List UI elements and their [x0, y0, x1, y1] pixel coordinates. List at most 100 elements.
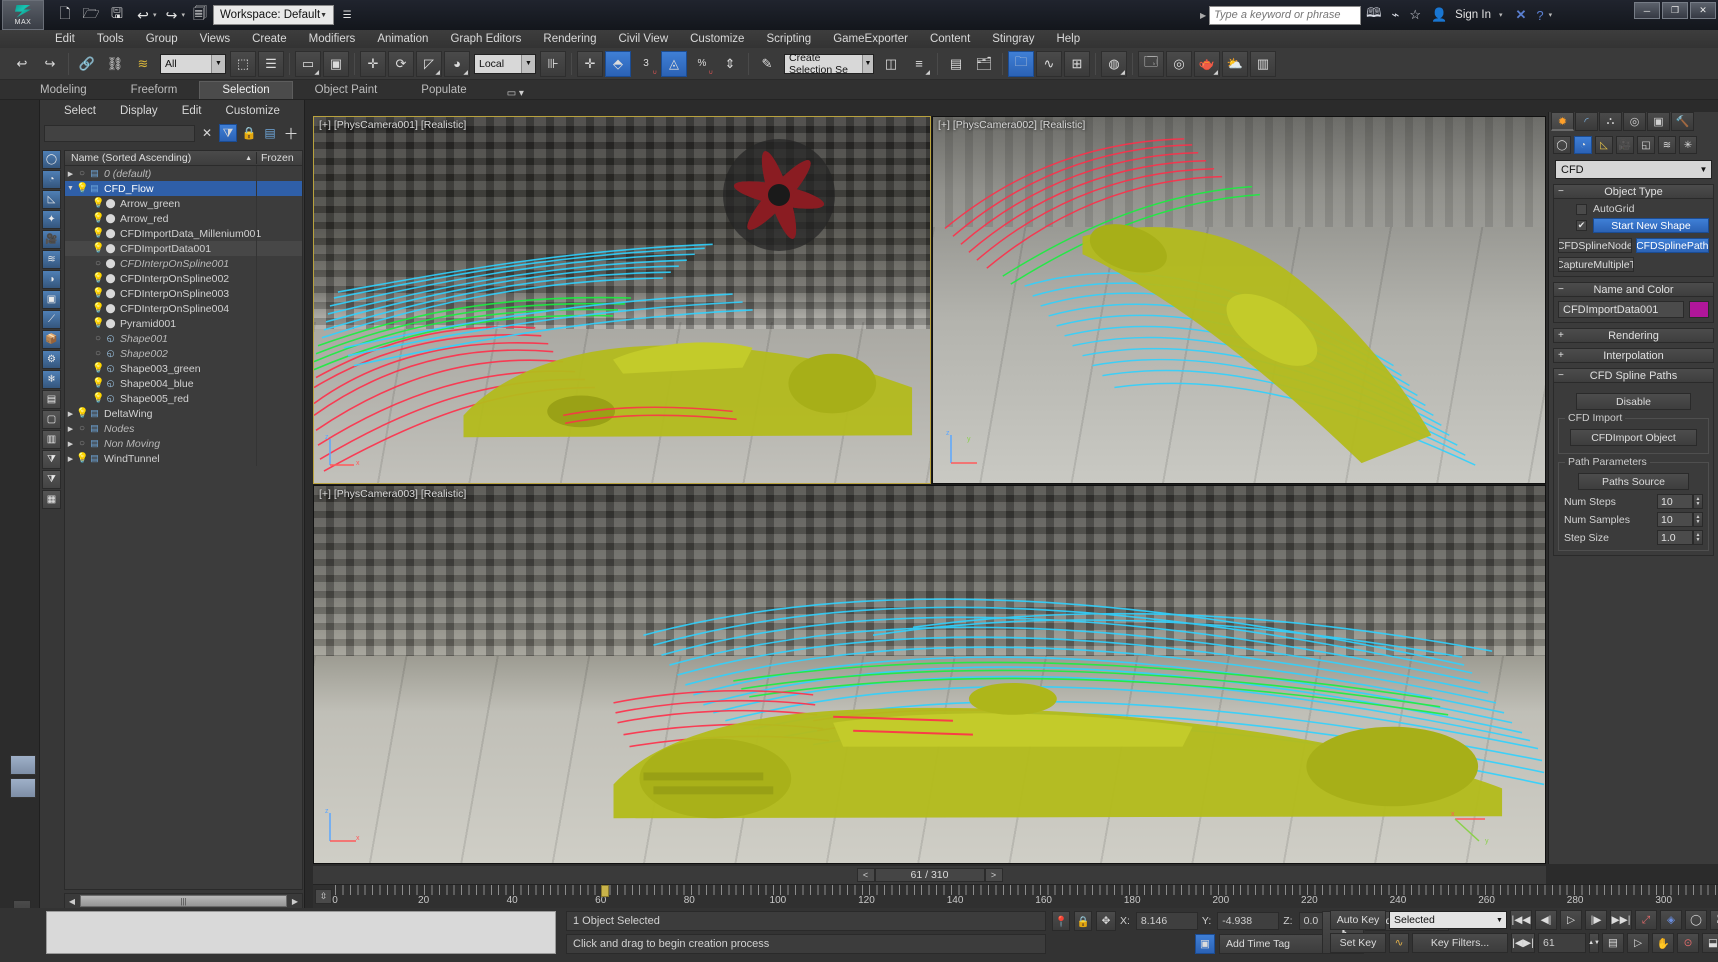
- frozen-cell[interactable]: [256, 361, 302, 376]
- frozen-cell[interactable]: [256, 316, 302, 331]
- menu-item-rendering[interactable]: Rendering: [532, 30, 607, 48]
- undo-icon[interactable]: ↩: [9, 51, 35, 77]
- capture-multiple-t-button[interactable]: CaptureMultipleT: [1558, 257, 1634, 272]
- expand-toggle-icon[interactable]: ▶: [65, 440, 76, 448]
- menu-item-graph-editors[interactable]: Graph Editors: [439, 30, 532, 48]
- table-row[interactable]: 💡◵Shape003_green: [65, 361, 302, 376]
- align-icon[interactable]: ≡◢: [906, 51, 932, 77]
- filter-settings-icon[interactable]: ⧩: [42, 470, 61, 489]
- window-crossing-icon[interactable]: ▣: [323, 51, 349, 77]
- add-layer-icon[interactable]: ＋: [282, 124, 300, 142]
- start-new-shape-button[interactable]: Start New Shape: [1593, 218, 1709, 233]
- create-tab[interactable]: ✹: [1551, 112, 1574, 131]
- table-row[interactable]: ▶💡▤DeltaWing: [65, 406, 302, 421]
- frozen-cell[interactable]: [256, 451, 302, 466]
- column-header-frozen[interactable]: Frozen: [256, 152, 302, 164]
- menu-item-tools[interactable]: Tools: [86, 30, 135, 48]
- menu-item-content[interactable]: Content: [919, 30, 981, 48]
- angle-snap-icon[interactable]: ◬: [661, 51, 687, 77]
- open-file-icon[interactable]: 🗁: [80, 4, 102, 26]
- rollup-interpolation-header[interactable]: + Interpolation: [1553, 348, 1714, 363]
- material-editor-icon[interactable]: ◍◢: [1101, 51, 1127, 77]
- table-row[interactable]: 💡⬤Arrow_green: [65, 196, 302, 211]
- table-row[interactable]: ▶○▤0 (default): [65, 166, 302, 181]
- goto-start-icon[interactable]: |◀◀: [1510, 910, 1532, 930]
- key-mode-selection-combo[interactable]: Selected ▼: [1389, 911, 1507, 929]
- minimize-button[interactable]: ─: [1634, 2, 1660, 19]
- scene-tree[interactable]: Name (Sorted Ascending) ▲ Frozen ▶○▤0 (d…: [64, 150, 303, 890]
- display-groups-icon[interactable]: ▣: [42, 290, 61, 309]
- menu-item-help[interactable]: Help: [1045, 30, 1091, 48]
- explorer-menu-edit[interactable]: Edit: [170, 105, 214, 117]
- favorites-star-icon[interactable]: ☆: [1409, 7, 1421, 23]
- tab-selection[interactable]: Selection: [199, 81, 292, 99]
- num-steps-spinner[interactable]: ▲▼: [1693, 494, 1703, 509]
- space-warps-icon[interactable]: ≋: [1658, 136, 1676, 154]
- cameras-icon[interactable]: 🎥: [1616, 136, 1634, 154]
- frozen-cell[interactable]: [256, 421, 302, 436]
- menu-item-stingray[interactable]: Stingray: [981, 30, 1045, 48]
- add-time-tag-button[interactable]: Add Time Tag: [1219, 934, 1327, 954]
- light-bulb-icon[interactable]: 💡: [92, 303, 104, 314]
- mirror-icon[interactable]: ◫: [878, 51, 904, 77]
- table-row[interactable]: 💡⬤CFDInterpOnSpline004: [65, 301, 302, 316]
- table-row[interactable]: ▶○▤Nodes: [65, 421, 302, 436]
- frozen-cell[interactable]: [256, 181, 302, 196]
- clear-filter-icon[interactable]: ✕: [198, 124, 216, 142]
- table-row[interactable]: ▼💡▤CFD_Flow: [65, 181, 302, 196]
- explorer-menu-customize[interactable]: Customize: [214, 105, 292, 117]
- frozen-cell[interactable]: [256, 166, 302, 181]
- step-size-value[interactable]: 1.0: [1657, 530, 1693, 545]
- new-file-icon[interactable]: 🗋: [54, 4, 76, 26]
- light-bulb-icon[interactable]: 💡: [92, 273, 104, 284]
- menu-item-civil-view[interactable]: Civil View: [607, 30, 679, 48]
- table-row[interactable]: ▶💡▤WindTunnel: [65, 451, 302, 466]
- maximize-button[interactable]: ❐: [1662, 2, 1688, 19]
- selection-filter-combo[interactable]: All ▼: [160, 54, 226, 74]
- absolute-mode-transform-icon[interactable]: ✥: [1096, 911, 1116, 931]
- zoom-extents-all-icon[interactable]: ◈: [1660, 910, 1682, 930]
- frozen-cell[interactable]: [256, 226, 302, 241]
- sign-in-dropdown-icon[interactable]: ▾: [1499, 11, 1503, 19]
- current-frame-field[interactable]: 61: [1538, 933, 1586, 953]
- rollup-name-and-color-header[interactable]: − Name and Color: [1553, 282, 1714, 297]
- select-object-icon[interactable]: ⬚: [230, 51, 256, 77]
- menu-item-customize[interactable]: Customize: [679, 30, 755, 48]
- motion-tab[interactable]: ◎: [1623, 112, 1646, 131]
- expand-toggle-icon[interactable]: ▶: [65, 410, 76, 418]
- table-row[interactable]: 💡◵Shape005_red: [65, 391, 302, 406]
- redo-icon[interactable]: ↪: [37, 51, 63, 77]
- viewport-label-2[interactable]: [+] [PhysCamera002] [Realistic]: [938, 119, 1085, 131]
- light-bulb-icon[interactable]: 💡: [92, 393, 104, 404]
- rendered-frame-window-icon[interactable]: ◎: [1166, 51, 1192, 77]
- display-cameras-icon[interactable]: 🎥: [42, 230, 61, 249]
- help-icon[interactable]: ?: [1536, 8, 1543, 23]
- column-header-name[interactable]: Name (Sorted Ascending): [65, 152, 245, 164]
- next-frame-icon[interactable]: |▶: [1585, 910, 1607, 930]
- light-bulb-icon[interactable]: 💡: [92, 198, 104, 209]
- viewport-persp-camera002[interactable]: z y [+] [PhysCamera002] [Realistic]: [932, 116, 1546, 484]
- coord-y-field[interactable]: -4.938: [1217, 912, 1279, 930]
- render-in-cloud-icon[interactable]: ⛅: [1222, 51, 1248, 77]
- scene-explorer-icon[interactable]: 🗂: [971, 51, 997, 77]
- unlink-icon[interactable]: ⛓: [102, 51, 128, 77]
- pan-icon[interactable]: ✋: [1652, 933, 1674, 953]
- utilities-tab[interactable]: 🔨: [1671, 112, 1694, 131]
- menu-item-gameexporter[interactable]: GameExporter: [822, 30, 919, 48]
- column-view-icon[interactable]: ▥: [42, 430, 61, 449]
- light-bulb-icon[interactable]: ○: [76, 423, 88, 434]
- menu-item-modifiers[interactable]: Modifiers: [298, 30, 367, 48]
- frozen-cell[interactable]: [256, 436, 302, 451]
- rollup-rendering-header[interactable]: + Rendering: [1553, 328, 1714, 343]
- table-row[interactable]: 💡⬤CFDInterpOnSpline003: [65, 286, 302, 301]
- quick-access-overflow-icon[interactable]: ☰: [336, 4, 358, 26]
- left-dock-thumb-1[interactable]: [10, 755, 36, 775]
- bind-space-warp-icon[interactable]: ≋: [130, 51, 156, 77]
- percent-snap-icon[interactable]: %∪: [689, 51, 715, 77]
- time-config-icon[interactable]: ▤: [1602, 933, 1624, 953]
- prev-frame-icon[interactable]: ◀|: [1535, 910, 1557, 930]
- key-mode-icon[interactable]: ⇳: [315, 889, 332, 904]
- display-all-icon[interactable]: ◯: [42, 150, 61, 169]
- help-dropdown-icon[interactable]: ▾: [1549, 11, 1553, 19]
- play-icon[interactable]: ▷: [1560, 910, 1582, 930]
